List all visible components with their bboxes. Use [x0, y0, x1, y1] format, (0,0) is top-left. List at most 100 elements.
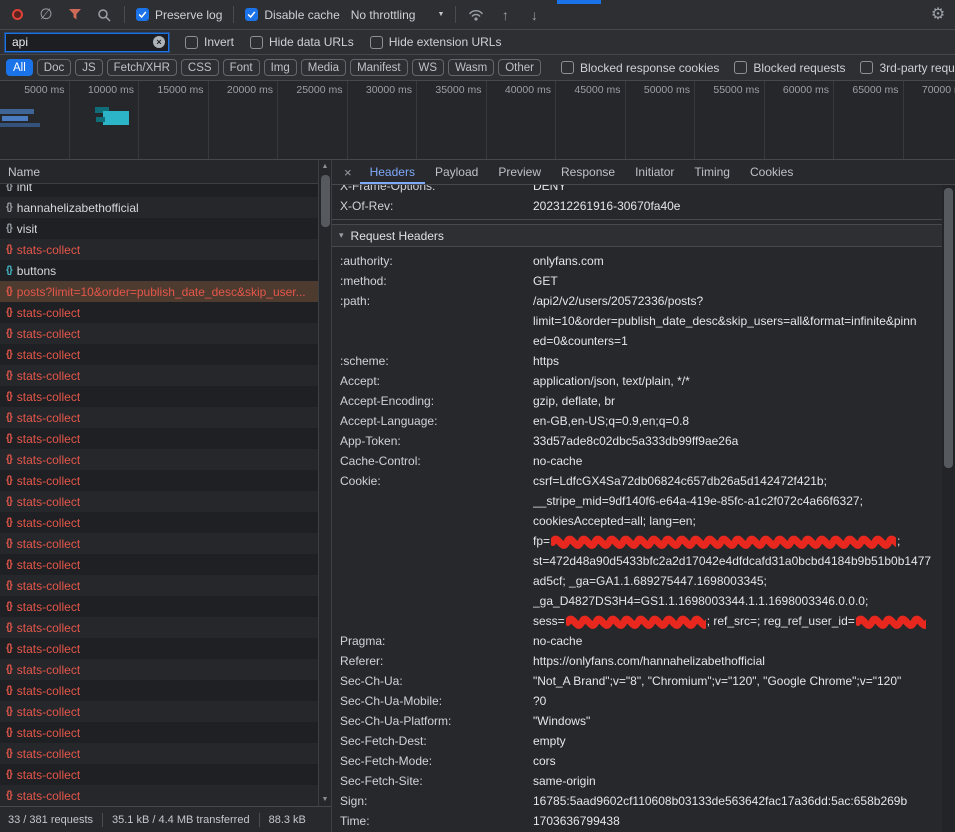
type-filter-other[interactable]: Other — [498, 59, 541, 76]
request-row[interactable]: {}buttons — [0, 260, 318, 281]
request-row[interactable]: {}stats-collect — [0, 617, 318, 638]
request-row[interactable]: {}stats-collect — [0, 659, 318, 680]
type-filter-fetch-xhr[interactable]: Fetch/XHR — [107, 59, 177, 76]
request-row[interactable]: {}stats-collect — [0, 743, 318, 764]
requests-scrollbar[interactable]: ▲ ▼ — [318, 160, 331, 806]
request-row[interactable]: {}stats-collect — [0, 596, 318, 617]
request-row[interactable]: {}init — [0, 184, 318, 197]
export-har-icon[interactable]: ↓ — [525, 6, 543, 24]
request-row[interactable]: {}stats-collect — [0, 323, 318, 344]
request-row[interactable]: {}stats-collect — [0, 344, 318, 365]
clear-network-log-icon[interactable]: ∅ — [37, 6, 55, 24]
request-name: hannahelizabethofficial — [17, 201, 139, 215]
tab-timing[interactable]: Timing — [684, 160, 740, 184]
preserve-log-checkbox[interactable]: Preserve log — [136, 8, 222, 22]
blocked-response-cookies-checkbox[interactable]: Blocked response cookies — [561, 61, 719, 75]
blocked-requests-checkbox[interactable]: Blocked requests — [734, 61, 845, 75]
request-row[interactable]: {}stats-collect — [0, 575, 318, 596]
requests-count: 33 / 381 requests — [8, 814, 93, 826]
request-row[interactable]: {}stats-collect — [0, 365, 318, 386]
request-row[interactable]: {}stats-collect — [0, 470, 318, 491]
header-value: 1703636799438 — [533, 811, 942, 831]
header-value: https — [533, 351, 942, 371]
request-list: {}init{}hannahelizabethofficial{}visit{}… — [0, 184, 318, 806]
type-filter-font[interactable]: Font — [223, 59, 260, 76]
disable-cache-checkbox[interactable]: Disable cache — [245, 8, 339, 22]
request-row[interactable]: {}stats-collect — [0, 701, 318, 722]
request-row[interactable]: {}stats-collect — [0, 512, 318, 533]
type-filter-js[interactable]: JS — [75, 59, 102, 76]
scrollbar-thumb[interactable] — [321, 175, 330, 227]
timeline-tick-label: 60000 ms — [765, 81, 835, 159]
throttling-select[interactable]: No throttling ▼ — [351, 8, 445, 22]
hide-extension-urls-checkbox[interactable]: Hide extension URLs — [370, 35, 502, 49]
timeline-overview[interactable]: 5000 ms10000 ms15000 ms20000 ms25000 ms3… — [0, 81, 955, 160]
file-type-icon: {} — [6, 748, 12, 759]
request-row[interactable]: {}stats-collect — [0, 449, 318, 470]
request-row[interactable]: {}visit — [0, 218, 318, 239]
request-row[interactable]: {}stats-collect — [0, 680, 318, 701]
header-row: Accept-Encoding:gzip, deflate, br — [332, 391, 942, 411]
request-row[interactable]: {}stats-collect — [0, 554, 318, 575]
blocked-requests-label: Blocked requests — [753, 61, 845, 75]
gear-icon[interactable]: ⚙ — [929, 6, 947, 24]
third-party-requests-checkbox[interactable]: 3rd-party requests — [860, 61, 955, 75]
header-row: :authority:onlyfans.com — [332, 251, 942, 271]
header-value: /api2/v2/users/20572336/posts?limit=10&o… — [533, 291, 942, 351]
timeline-tick-label: 40000 ms — [487, 81, 557, 159]
request-row[interactable]: {}stats-collect — [0, 407, 318, 428]
type-filter-all[interactable]: All — [6, 59, 33, 76]
tab-preview[interactable]: Preview — [488, 160, 551, 184]
header-row: :method:GET — [332, 271, 942, 291]
scroll-down-icon[interactable]: ▼ — [319, 793, 331, 806]
type-filter-media[interactable]: Media — [301, 59, 346, 76]
request-row[interactable]: {}stats-collect — [0, 785, 318, 806]
tab-response[interactable]: Response — [551, 160, 625, 184]
type-filter-manifest[interactable]: Manifest — [350, 59, 407, 76]
invert-checkbox[interactable]: Invert — [185, 35, 234, 49]
timeline-tick-label: 15000 ms — [139, 81, 209, 159]
request-row[interactable]: {}stats-collect — [0, 428, 318, 449]
request-row[interactable]: {}hannahelizabethofficial — [0, 197, 318, 218]
header-value: csrf=LdfcGX4Sa72db06824c657db26a5d142472… — [533, 471, 942, 631]
record-button[interactable] — [8, 6, 26, 24]
details-scrollbar[interactable] — [942, 185, 955, 832]
hide-data-urls-checkbox[interactable]: Hide data URLs — [250, 35, 354, 49]
request-row[interactable]: {}stats-collect — [0, 239, 318, 260]
request-row[interactable]: {}stats-collect — [0, 533, 318, 554]
type-filter-css[interactable]: CSS — [181, 59, 219, 76]
clear-filter-icon[interactable]: × — [153, 36, 165, 48]
request-row[interactable]: {}stats-collect — [0, 638, 318, 659]
tab-headers[interactable]: Headers — [360, 160, 425, 184]
request-name: stats-collect — [17, 390, 80, 404]
file-type-icon: {} — [6, 475, 12, 486]
type-filter-ws[interactable]: WS — [412, 59, 445, 76]
filter-input[interactable] — [5, 33, 169, 52]
request-row[interactable]: {}posts?limit=10&order=publish_date_desc… — [0, 281, 318, 302]
request-headers-section[interactable]: ▾ Request Headers — [332, 224, 942, 247]
import-har-icon[interactable]: ↑ — [496, 6, 514, 24]
request-row[interactable]: {}stats-collect — [0, 764, 318, 785]
header-name: Cache-Control: — [340, 451, 533, 471]
request-row[interactable]: {}stats-collect — [0, 491, 318, 512]
scrollbar-thumb[interactable] — [944, 188, 953, 468]
section-divider — [332, 219, 942, 220]
filter-funnel-icon[interactable] — [66, 6, 84, 24]
close-details-icon[interactable]: × — [344, 165, 352, 180]
loading-indicator — [557, 0, 601, 4]
request-row[interactable]: {}stats-collect — [0, 302, 318, 323]
request-row[interactable]: {} stats-collect — [0, 386, 318, 407]
scroll-up-icon[interactable]: ▲ — [319, 160, 331, 173]
request-row[interactable]: {}stats-collect — [0, 722, 318, 743]
type-filter-img[interactable]: Img — [264, 59, 297, 76]
file-type-icon: {} — [6, 391, 12, 402]
network-conditions-icon[interactable] — [467, 6, 485, 24]
type-filter-wasm[interactable]: Wasm — [448, 59, 494, 76]
type-filter-doc[interactable]: Doc — [37, 59, 71, 76]
request-name: stats-collect — [17, 453, 80, 467]
name-column-header[interactable]: Name — [0, 160, 331, 184]
tab-cookies[interactable]: Cookies — [740, 160, 803, 184]
tab-initiator[interactable]: Initiator — [625, 160, 684, 184]
tab-payload[interactable]: Payload — [425, 160, 488, 184]
search-icon[interactable] — [95, 6, 113, 24]
